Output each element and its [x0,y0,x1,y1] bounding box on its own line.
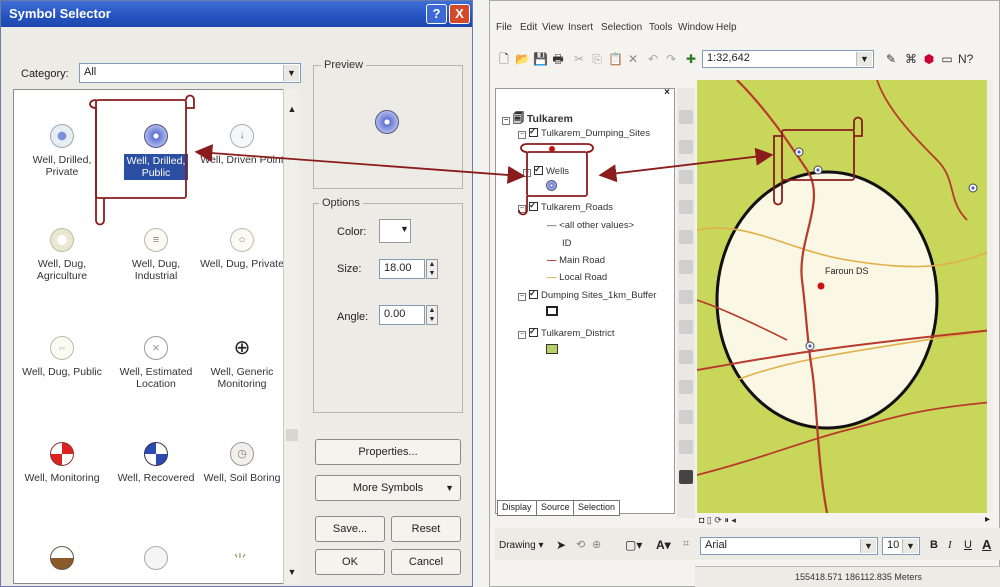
scroll-callout-symbol [89,94,195,226]
scroll-callout-toc [518,143,594,216]
link-arrow-symbol-to-toc [194,144,526,184]
annotation-layer [89,94,863,226]
link-arrow-toc-to-map [598,147,774,183]
scroll-callout-map [773,116,863,206]
